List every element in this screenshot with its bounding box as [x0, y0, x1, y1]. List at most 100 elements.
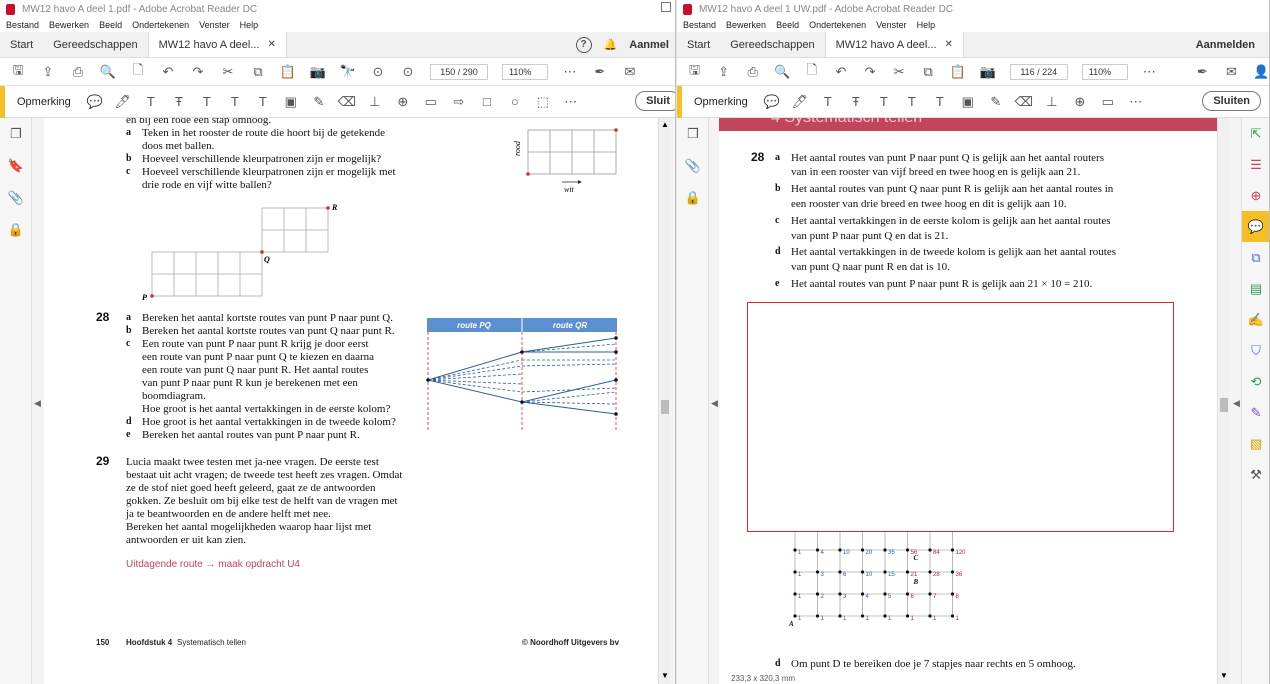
save-icon[interactable]: 🖫 — [687, 62, 702, 80]
help-button[interactable]: ? — [570, 32, 598, 57]
replace-text-icon[interactable]: T — [876, 94, 892, 110]
collapse-left-arrow-icon[interactable]: ◀ — [711, 398, 718, 409]
combine-files-icon[interactable]: ⧉ — [1242, 242, 1269, 273]
attachments-icon[interactable]: 📎 — [677, 150, 709, 182]
oval-icon[interactable]: ○ — [507, 94, 523, 110]
menu-help[interactable]: Help — [240, 20, 259, 30]
menu-bestand[interactable]: Bestand — [683, 20, 716, 30]
page-down-icon[interactable]: ⊙ — [400, 64, 416, 80]
undo-icon[interactable]: ↶ — [160, 64, 176, 80]
tab-tools[interactable]: Gereedschappen — [720, 32, 824, 57]
tab-tools[interactable]: Gereedschappen — [43, 32, 147, 57]
comment-tool-icon[interactable]: 💬 — [1242, 211, 1269, 242]
collapse-left-arrow-icon[interactable]: ◀ — [34, 398, 41, 409]
tab-document[interactable]: MW12 havo A deel... ✕ — [147, 32, 287, 57]
upload-icon[interactable]: ⇪ — [716, 64, 731, 80]
zoom-select[interactable]: 110% — [502, 63, 548, 80]
tab-document[interactable]: MW12 havo A deel... ✕ — [824, 32, 964, 57]
menu-bewerken[interactable]: Bewerken — [49, 20, 89, 30]
red-rectangle-annotation[interactable] — [747, 302, 1174, 532]
textbox-icon[interactable]: ▣ — [960, 94, 976, 110]
eraser-icon[interactable]: ⌫ — [338, 94, 356, 110]
highlighter-icon[interactable]: 🖊 — [792, 94, 809, 110]
scan-icon[interactable]: ▧ — [1242, 428, 1269, 459]
print-icon[interactable]: ⎙ — [745, 64, 760, 80]
send-signature-icon[interactable]: ✎ — [1242, 397, 1269, 428]
zoom-select[interactable]: 110% — [1081, 63, 1128, 80]
sign-in-button[interactable]: Aanmel — [623, 32, 675, 57]
challenge-route-link[interactable]: Uitdagende route → maak opdracht U4 — [126, 558, 300, 571]
menu-beeld[interactable]: Beeld — [99, 20, 122, 30]
sign-icon[interactable]: ✒ — [1195, 64, 1210, 80]
cut-icon[interactable]: ✂ — [220, 64, 236, 80]
textbox-icon[interactable]: ▣ — [283, 94, 299, 110]
scroll-thumb[interactable] — [661, 400, 669, 414]
print-icon[interactable]: ⎙ — [70, 64, 86, 80]
close-comment-button[interactable]: Sluit — [635, 91, 675, 111]
copy-icon[interactable]: ⧉ — [250, 64, 266, 80]
page-search-icon[interactable]: 🗋 — [130, 62, 146, 80]
pages-panel-icon[interactable]: ❐ — [0, 118, 32, 150]
clipboard-icon[interactable]: 📋 — [950, 64, 966, 80]
sticky-note-icon[interactable]: 💬 — [764, 94, 780, 110]
menu-ondertekenen[interactable]: Ondertekenen — [132, 20, 189, 30]
more-comment-icon[interactable]: ⋯ — [1128, 94, 1144, 110]
share-user-icon[interactable]: 👤 — [1253, 64, 1269, 80]
tab-start[interactable]: Start — [677, 32, 720, 57]
polygon-icon[interactable]: ⬚ — [535, 94, 551, 110]
zoom-search-icon[interactable]: 🔍 — [100, 64, 116, 80]
underline-text-icon[interactable]: T — [143, 94, 159, 110]
export-pdf-icon[interactable]: ⇱ — [1242, 118, 1269, 149]
organize-pages-icon[interactable]: ☰ — [1242, 149, 1269, 180]
snapshot-icon[interactable]: 📷 — [310, 64, 326, 80]
arrow-icon[interactable]: ⇨ — [451, 94, 467, 110]
mail-icon[interactable]: ✉ — [1224, 64, 1239, 80]
strikethrough-icon[interactable]: Ŧ — [848, 94, 864, 110]
menu-venster[interactable]: Venster — [199, 20, 230, 30]
underline-text-icon[interactable]: T — [820, 94, 836, 110]
rectangle-icon[interactable]: □ — [479, 94, 495, 110]
scroll-thumb[interactable] — [1220, 398, 1228, 412]
copy-icon[interactable]: ⧉ — [921, 64, 936, 80]
cut-icon[interactable]: ✂ — [892, 64, 907, 80]
layers-lock-icon[interactable]: 🔒 — [677, 182, 709, 214]
close-comment-button[interactable]: Sluiten — [1202, 91, 1261, 111]
more-icon[interactable]: ⋯ — [1142, 64, 1157, 80]
eraser-icon[interactable]: ⌫ — [1015, 94, 1033, 110]
upload-icon[interactable]: ⇪ — [40, 64, 56, 80]
add-text-icon[interactable]: T — [255, 94, 271, 110]
layers-lock-icon[interactable]: 🔒 — [0, 214, 32, 246]
find-icon[interactable]: 🔭 — [340, 64, 356, 80]
snapshot-icon[interactable]: 📷 — [980, 64, 996, 80]
redo-icon[interactable]: ↷ — [190, 64, 206, 80]
fill-sign-icon[interactable]: ✍ — [1242, 304, 1269, 335]
menu-ondertekenen[interactable]: Ondertekenen — [809, 20, 866, 30]
scroll-down-icon[interactable]: ▼ — [661, 671, 669, 680]
pencil-icon[interactable]: ✎ — [988, 94, 1004, 110]
notifications-button[interactable]: 🔔 — [598, 32, 624, 57]
sign-in-button[interactable]: Aanmelden — [1190, 32, 1269, 57]
menu-beeld[interactable]: Beeld — [776, 20, 799, 30]
page-number-field[interactable]: 150 / 290 — [430, 63, 488, 80]
collapse-right-arrow-icon[interactable]: ◀ — [1233, 398, 1240, 409]
close-tab-icon[interactable]: ✕ — [268, 39, 276, 50]
close-tab-icon[interactable]: ✕ — [945, 39, 953, 50]
line-icon[interactable]: ▭ — [423, 94, 439, 110]
sticky-note-icon[interactable]: 💬 — [87, 94, 103, 110]
more-icon[interactable]: ⋯ — [562, 64, 578, 80]
undo-icon[interactable]: ↶ — [833, 64, 848, 80]
page-up-icon[interactable]: ⊙ — [370, 64, 386, 80]
optimize-icon[interactable]: ⟲ — [1242, 366, 1269, 397]
add-text-icon[interactable]: T — [932, 94, 948, 110]
vertical-scrollbar[interactable]: ▲ ▼ — [658, 118, 670, 684]
replace-text-icon[interactable]: T — [199, 94, 215, 110]
attachments-icon[interactable]: 📎 — [0, 182, 32, 214]
bookmark-icon[interactable]: 🔖 — [0, 150, 32, 182]
more-comment-icon[interactable]: ⋯ — [563, 94, 579, 110]
line-icon[interactable]: ▭ — [1100, 94, 1116, 110]
maximize-icon[interactable] — [661, 2, 671, 12]
sign-icon[interactable]: ✒ — [592, 64, 608, 80]
menu-help[interactable]: Help — [917, 20, 936, 30]
redo-icon[interactable]: ↷ — [862, 64, 877, 80]
stamp-icon[interactable]: ⊥ — [1044, 94, 1060, 110]
